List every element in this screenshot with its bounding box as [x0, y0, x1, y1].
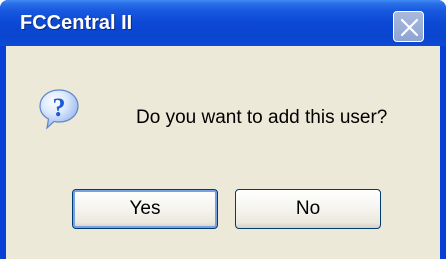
close-icon: [400, 18, 419, 37]
no-button[interactable]: No: [235, 189, 381, 229]
window-title: FCCentral II: [20, 12, 133, 34]
svg-text:?: ?: [53, 93, 66, 122]
question-icon: ?: [39, 89, 79, 130]
dialog-body: ? Do you want to add this user? Yes No: [6, 46, 440, 259]
message-dialog: FCCentral II ? Do you want to add this u…: [0, 0, 446, 259]
yes-button[interactable]: Yes: [72, 189, 218, 229]
close-button[interactable]: [393, 11, 424, 42]
title-bar[interactable]: FCCentral II: [0, 0, 446, 46]
dialog-message: Do you want to add this user?: [136, 107, 388, 128]
